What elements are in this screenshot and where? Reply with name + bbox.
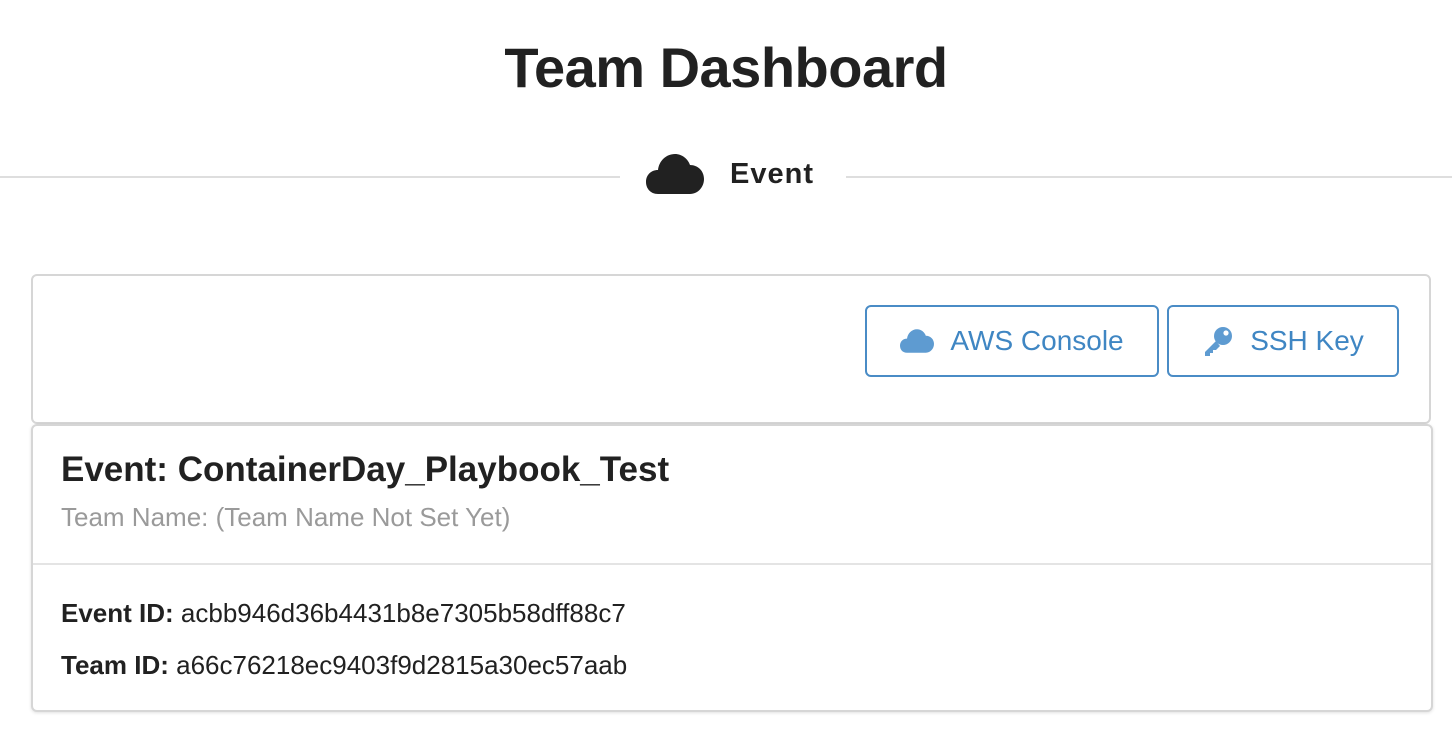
divider-line-left [0,176,620,178]
section-label: Event [730,157,814,190]
ssh-key-label: SSH Key [1250,325,1364,356]
section-divider: Event [0,151,1452,197]
team-id-value: a66c76218ec9403f9d2815a30ec57aab [176,650,628,680]
divider-line-right [846,176,1452,178]
section-header: Event [646,151,814,197]
toolbar-card: AWS Console SSH Key [31,274,1431,424]
cloud-icon [900,329,950,353]
ssh-key-button[interactable]: SSH Key [1167,305,1399,377]
event-id-label: Event ID: [61,598,174,628]
event-id-value: acbb946d36b4431b8e7305b58dff88c7 [180,598,626,628]
cloud-icon [646,154,704,194]
page-title: Team Dashboard [504,36,948,99]
team-name: Team Name: (Team Name Not Set Yet) [61,502,511,532]
event-id-row: Event ID: acbb946d36b4431b8e7305b58dff88… [61,598,626,629]
team-id-label: Team ID: [61,650,169,680]
event-title: Event: ContainerDay_Playbook_Test [61,450,670,489]
event-info-card: Event: ContainerDay_Playbook_Test Team N… [31,424,1433,712]
team-id-row: Team ID: a66c76218ec9403f9d2815a30ec57aa… [61,650,627,681]
card-divider [33,563,1431,565]
aws-console-button[interactable]: AWS Console [865,305,1159,377]
key-icon [1202,325,1250,357]
aws-console-label: AWS Console [950,325,1124,356]
